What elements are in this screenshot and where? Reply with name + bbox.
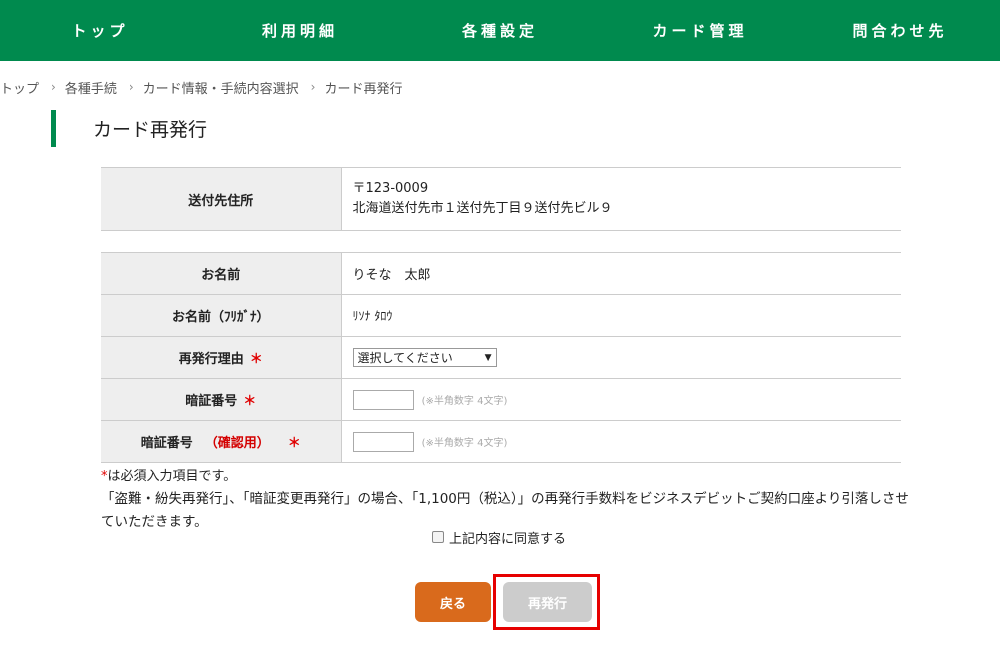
address-label: 送付先住所 [101,167,342,231]
breadcrumb-procedures[interactable]: 各種手続 [65,78,117,97]
kana-row: お名前（ﾌﾘｶﾞﾅ） ﾘｿﾅ ﾀﾛｳ [101,294,901,337]
pin-label-cell: 暗証番号 ＊ [101,378,342,421]
nav-usage-details[interactable]: 利用明細 [200,0,400,61]
dropdown-arrow-icon: ▼ [484,352,492,363]
pin-confirm-tag: （確認用） [204,436,270,451]
page-heading: カード再発行 [51,110,207,147]
kana-value: ﾘｿﾅ ﾀﾛｳ [341,294,901,337]
pin-confirm-label: 暗証番号 [140,436,193,451]
breadcrumb-card-info[interactable]: カード情報・手続内容選択 [143,78,299,97]
reason-select[interactable]: 選択してください ▼ [352,348,497,367]
breadcrumb-chevron-icon: › [51,80,56,94]
reason-row: 再発行理由 ＊ 選択してください ▼ [101,336,901,379]
nav-top[interactable]: トップ [0,0,200,61]
back-button[interactable]: 戻る [415,582,491,622]
address-postal: 〒123-0009 [352,181,429,196]
pin-confirm-label-cell: 暗証番号 （確認用） ＊ [101,420,342,463]
address-table: 送付先住所 〒123-0009 北海道送付先市１送付先丁目９送付先ビル９ [101,167,901,231]
reissue-button[interactable]: 再発行 [503,582,592,622]
pin-label: 暗証番号 [185,394,238,409]
breadcrumb-chevron-icon: › [310,80,316,94]
name-row: お名前 りそな 太郎 [101,252,901,295]
breadcrumb-current: カード再発行 [324,81,403,97]
pin-hint: (※半角数字 4文字) [421,396,508,407]
agree-checkbox[interactable] [432,531,444,543]
reason-cell: 選択してください ▼ [341,336,901,379]
address-value: 〒123-0009 北海道送付先市１送付先丁目９送付先ビル９ [341,167,901,231]
required-mark: ＊ [249,352,263,367]
pin-confirm-row: 暗証番号 （確認用） ＊ (※半角数字 4文字) [101,420,901,463]
nav-card-management[interactable]: カード管理 [600,0,800,61]
kana-label: お名前（ﾌﾘｶﾞﾅ） [101,294,342,337]
breadcrumb-top[interactable]: トップ [0,78,39,97]
required-note: *は必須入力項目です。 [101,465,236,484]
pin-row: 暗証番号 ＊ (※半角数字 4文字) [101,378,901,421]
address-line: 北海道送付先市１送付先丁目９送付先ビル９ [352,201,613,216]
name-label: お名前 [101,252,342,295]
reissue-form-table: お名前 りそな 太郎 お名前（ﾌﾘｶﾞﾅ） ﾘｿﾅ ﾀﾛｳ 再発行理由 ＊ 選択し… [101,252,901,463]
nav-contact[interactable]: 問合わせ先 [800,0,1000,61]
required-mark: ＊ [287,436,301,451]
pin-confirm-hint: (※半角数字 4文字) [421,438,508,449]
nav-settings[interactable]: 各種設定 [400,0,600,61]
reason-label: 再発行理由 [178,352,244,367]
agree-text: 上記内容に同意する [449,531,567,547]
reason-label-cell: 再発行理由 ＊ [101,336,342,379]
breadcrumb-chevron-icon: › [128,80,134,94]
pin-confirm-cell: (※半角数字 4文字) [341,420,901,463]
page-title: カード再発行 [93,119,208,141]
required-mark: ＊ [243,394,257,409]
address-row: 送付先住所 〒123-0009 北海道送付先市１送付先丁目９送付先ビル９ [101,167,901,231]
reason-select-value: 選択してください [357,351,453,365]
required-note-text: は必須入力項目です。 [107,469,237,484]
pin-cell: (※半角数字 4文字) [341,378,901,421]
name-value: りそな 太郎 [341,252,901,295]
pin-confirm-input[interactable] [352,431,414,452]
top-navigation: トップ 利用明細 各種設定 カード管理 問合わせ先 [0,0,1000,61]
breadcrumb: トップ › 各種手続 › カード情報・手続内容選択 › カード再発行 [0,78,403,97]
agree-checkbox-label[interactable]: 上記内容に同意する [432,528,567,547]
pin-input[interactable] [352,389,414,410]
